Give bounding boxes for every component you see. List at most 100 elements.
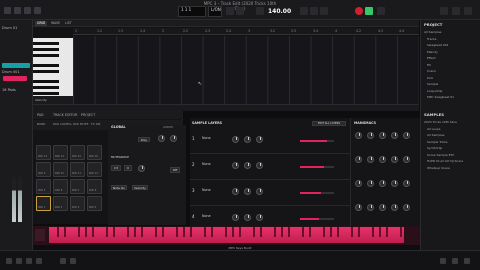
knob[interactable]: [232, 188, 239, 195]
browser-item[interactable]: All Loops: [427, 127, 440, 131]
pad[interactable]: PAD 15: [70, 145, 85, 160]
layer-sample-name[interactable]: None: [202, 188, 211, 192]
pad[interactable]: PAD 5: [36, 179, 51, 194]
black-key[interactable]: [281, 227, 283, 237]
black-key[interactable]: [92, 227, 94, 237]
layer-row[interactable]: 1 None: [190, 128, 350, 154]
macro-knob[interactable]: [355, 156, 362, 163]
pad[interactable]: PAD 7: [70, 179, 85, 194]
link-toggle[interactable]: LINKED: [163, 125, 173, 129]
piano-keys[interactable]: [49, 227, 404, 243]
knob[interactable]: [256, 188, 263, 195]
fx-on-button[interactable]: FX ON: [91, 122, 100, 126]
black-key[interactable]: [302, 227, 304, 237]
fine-select[interactable]: 0: [124, 165, 132, 171]
browser-item[interactable]: Sample: [427, 82, 438, 86]
voice-mode-select[interactable]: Poly: [138, 137, 150, 142]
browser-item[interactable]: Tracks: [427, 37, 436, 41]
metronome-icon[interactable]: [236, 7, 244, 15]
browser-item[interactable]: Kick: [427, 76, 433, 80]
macro-knob[interactable]: [403, 156, 410, 163]
layer-sample-name[interactable]: None: [202, 162, 211, 166]
knob[interactable]: [244, 188, 251, 195]
layer-row[interactable]: 2 None: [190, 154, 350, 180]
knob[interactable]: [232, 214, 239, 221]
black-key[interactable]: [33, 80, 59, 83]
knob[interactable]: [256, 136, 263, 143]
macro-knob[interactable]: [379, 132, 386, 139]
black-key[interactable]: [204, 227, 206, 237]
black-key[interactable]: [253, 227, 255, 237]
black-key[interactable]: [190, 227, 192, 237]
black-key[interactable]: [85, 227, 87, 237]
mixer-icon[interactable]: [36, 258, 42, 264]
tab-pad[interactable]: PAD: [37, 112, 44, 118]
black-key[interactable]: [162, 227, 164, 237]
edit-all-layers-button[interactable]: EDIT ALL LAYERS: [312, 121, 346, 126]
black-key[interactable]: [330, 227, 332, 237]
black-key[interactable]: [211, 227, 213, 237]
pad[interactable]: PAD 11: [70, 162, 85, 177]
record-icon[interactable]: [355, 7, 363, 15]
sampler-icon[interactable]: [26, 258, 32, 264]
knob[interactable]: [244, 214, 251, 221]
macro-knob[interactable]: [355, 204, 362, 211]
black-key[interactable]: [225, 227, 227, 237]
pad[interactable]: PAD 1: [36, 196, 51, 211]
program-chip[interactable]: [3, 76, 27, 81]
black-key[interactable]: [33, 86, 59, 89]
track-color-chip[interactable]: [2, 63, 30, 68]
window-min-icon[interactable]: [440, 7, 448, 15]
timeline-ruler[interactable]: 1 1.2 1.3 1.4 2 2.2 2.3 2.4 3 3.2 3.3 3.…: [73, 28, 419, 35]
browser-item[interactable]: Sample Tricks: [427, 140, 448, 144]
browser-item[interactable]: Swagbeat 001: [427, 43, 449, 47]
black-key[interactable]: [400, 227, 402, 237]
redo-icon[interactable]: [70, 258, 76, 264]
bank-button[interactable]: BANK: [37, 122, 45, 126]
black-key[interactable]: [372, 227, 374, 237]
knob[interactable]: [244, 136, 251, 143]
settings-icon[interactable]: [34, 7, 41, 14]
tab-grid[interactable]: GRID: [35, 21, 48, 26]
black-key[interactable]: [113, 227, 115, 237]
knob[interactable]: [170, 135, 177, 142]
main-icon[interactable]: [6, 258, 12, 264]
macro-knob[interactable]: [391, 156, 398, 163]
black-key[interactable]: [33, 42, 59, 45]
browser-item[interactable]: Crash: [427, 69, 436, 73]
browser-item[interactable]: Loops/Clip: [427, 89, 442, 93]
settings-icon[interactable]: [464, 258, 470, 264]
pad-mute-button[interactable]: PAD MUTE: [73, 122, 88, 126]
black-key[interactable]: [176, 227, 178, 237]
black-key[interactable]: [351, 227, 353, 237]
black-key[interactable]: [232, 227, 234, 237]
velocity-range[interactable]: [300, 140, 334, 142]
pad[interactable]: PAD 3: [70, 196, 85, 211]
tab-project[interactable]: PROJECT: [81, 112, 95, 118]
velocity-range[interactable]: [300, 192, 334, 194]
note-grid[interactable]: ↖: [73, 36, 419, 110]
knob[interactable]: [244, 162, 251, 169]
black-key[interactable]: [78, 227, 80, 237]
black-key[interactable]: [183, 227, 185, 237]
loop-icon[interactable]: [226, 7, 234, 15]
black-key[interactable]: [288, 227, 290, 237]
tab-track-editor[interactable]: TRACK EDITOR: [53, 112, 77, 118]
knob[interactable]: [138, 165, 145, 172]
tab-list[interactable]: LIST: [63, 21, 74, 26]
black-key[interactable]: [57, 227, 59, 237]
play-start-icon[interactable]: [320, 7, 328, 15]
browser-item[interactable]: 2023 Tricks 10th Slice: [424, 120, 457, 124]
browser-item[interactable]: MPC Swagbeat 01: [427, 95, 454, 99]
pad[interactable]: PAD 13: [36, 145, 51, 160]
pad[interactable]: PAD 4: [87, 196, 102, 211]
black-key[interactable]: [33, 64, 59, 67]
semi-select[interactable]: C3: [111, 165, 121, 171]
macro-knob[interactable]: [379, 204, 386, 211]
pad[interactable]: PAD 8: [87, 179, 102, 194]
black-key[interactable]: [141, 227, 143, 237]
black-key[interactable]: [323, 227, 325, 237]
browser-icon[interactable]: [14, 7, 21, 14]
black-key[interactable]: [106, 227, 108, 237]
sample-play-select[interactable]: Note On: [111, 185, 127, 190]
